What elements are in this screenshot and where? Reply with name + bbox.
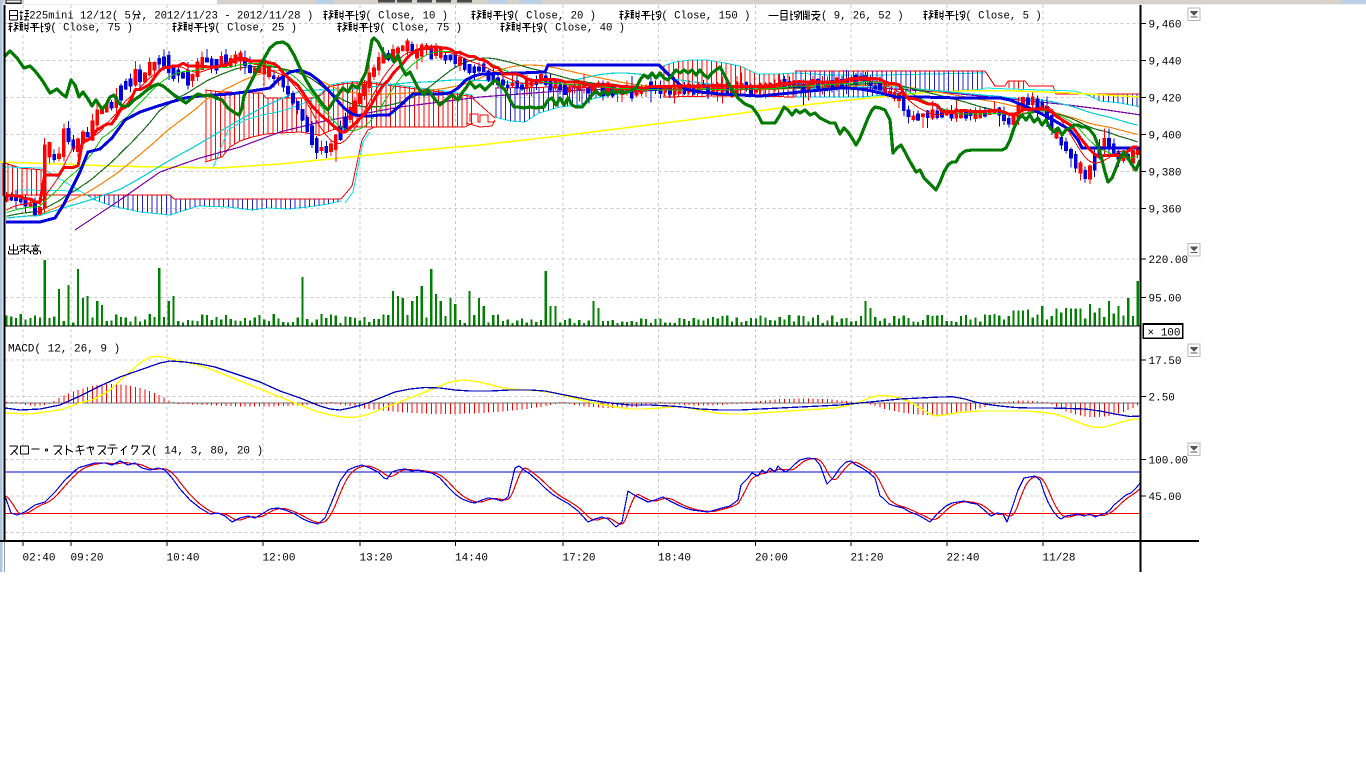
svg-text:9,460: 9,460	[1149, 20, 1182, 32]
svg-text:20:00: 20:00	[755, 553, 788, 565]
svg-text:12:00: 12:00	[263, 553, 296, 565]
svg-text:13:20: 13:20	[360, 553, 393, 565]
svg-text:220.00: 220.00	[1149, 255, 1189, 267]
svg-text:9,400: 9,400	[1149, 131, 1182, 143]
svg-text:( Close, 150 ): ( Close, 150 )	[661, 11, 750, 23]
svg-text:45.00: 45.00	[1149, 492, 1182, 504]
svg-text:225mini 12/12( 5: 225mini 12/12( 5	[29, 11, 131, 23]
svg-text:100.00: 100.00	[1149, 456, 1189, 468]
svg-text:2.50: 2.50	[1149, 393, 1175, 405]
svg-text:( Close, 20 ): ( Close, 20 )	[513, 11, 596, 23]
svg-text:17:20: 17:20	[563, 553, 596, 565]
svg-text:9,420: 9,420	[1149, 94, 1182, 106]
svg-text:( Close, 40 ): ( Close, 40 )	[542, 23, 625, 35]
svg-text:( Close, 5 ): ( Close, 5 )	[965, 11, 1041, 23]
svg-text:( Close, 75 ): ( Close, 75 )	[50, 23, 133, 35]
svg-text:9,380: 9,380	[1149, 168, 1182, 180]
svg-text:MACD( 12, 26, 9 ): MACD( 12, 26, 9 )	[8, 344, 120, 356]
svg-text:18:40: 18:40	[658, 553, 691, 565]
svg-text:21:20: 21:20	[851, 553, 884, 565]
svg-text:02:40: 02:40	[23, 553, 56, 565]
svg-text:09:20: 09:20	[71, 553, 104, 565]
svg-text:( Close, 25 ): ( Close, 25 )	[214, 23, 297, 35]
svg-text:10:40: 10:40	[167, 553, 200, 565]
svg-text:11/28: 11/28	[1043, 553, 1076, 565]
svg-text:17.50: 17.50	[1149, 356, 1182, 368]
svg-text:( 9, 26, 52 ): ( 9, 26, 52 )	[821, 11, 904, 23]
svg-text:95.00: 95.00	[1149, 294, 1182, 306]
svg-text:22:40: 22:40	[947, 553, 980, 565]
svg-text:( Close, 75 ): ( Close, 75 )	[379, 23, 462, 35]
svg-text:9,360: 9,360	[1149, 205, 1182, 217]
svg-text:14:40: 14:40	[455, 553, 488, 565]
svg-text:9,440: 9,440	[1149, 57, 1182, 69]
svg-text:, 2012/11/23 - 2012/11/28 ): , 2012/11/23 - 2012/11/28 )	[142, 11, 314, 23]
svg-text:× 100: × 100	[1148, 327, 1181, 339]
svg-text:( Close, 10 ): ( Close, 10 )	[365, 11, 448, 23]
svg-text:( 14, 3, 80, 20 ): ( 14, 3, 80, 20 )	[151, 446, 263, 458]
